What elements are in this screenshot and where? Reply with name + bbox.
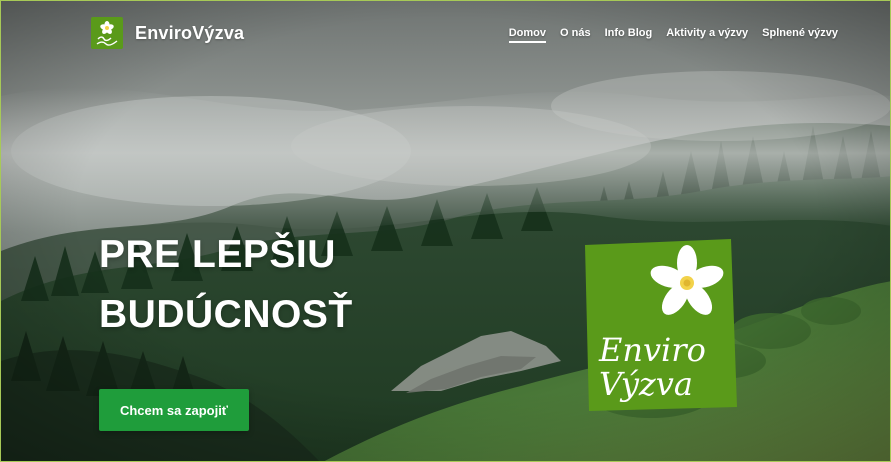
join-button[interactable]: Chcem sa zapojiť — [99, 389, 249, 431]
envirovyzva-badge-logo: Enviro Výzva — [581, 239, 741, 413]
hero-headline: PRE LEPŠIU BUDÚCNOSŤ — [99, 225, 353, 345]
nav-item-domov[interactable]: Domov — [508, 27, 546, 43]
main-nav: Domov O nás Info Blog Aktivity a výzvy S… — [508, 27, 838, 43]
page-frame: EnviroVýzva Domov O nás Info Blog Aktivi… — [0, 0, 891, 462]
nav-item-aktivity-a-vyzvy[interactable]: Aktivity a výzvy — [666, 27, 748, 43]
site-header: EnviroVýzva Domov O nás Info Blog Aktivi… — [1, 1, 890, 61]
hero-headline-line2: BUDÚCNOSŤ — [99, 293, 353, 336]
nav-item-info-blog[interactable]: Info Blog — [605, 27, 653, 43]
brand-logo-icon[interactable] — [91, 17, 123, 49]
brand-name[interactable]: EnviroVýzva — [135, 23, 244, 44]
hero-headline-line1: PRE LEPŠIU — [99, 233, 336, 276]
brand[interactable]: EnviroVýzva — [91, 17, 244, 49]
badge-line1: Enviro — [598, 331, 706, 369]
nav-item-splnene-vyzvy[interactable]: Splnené výzvy — [762, 27, 838, 43]
nav-item-o-nas[interactable]: O nás — [560, 27, 591, 43]
badge-line2: Výzva — [599, 365, 693, 403]
